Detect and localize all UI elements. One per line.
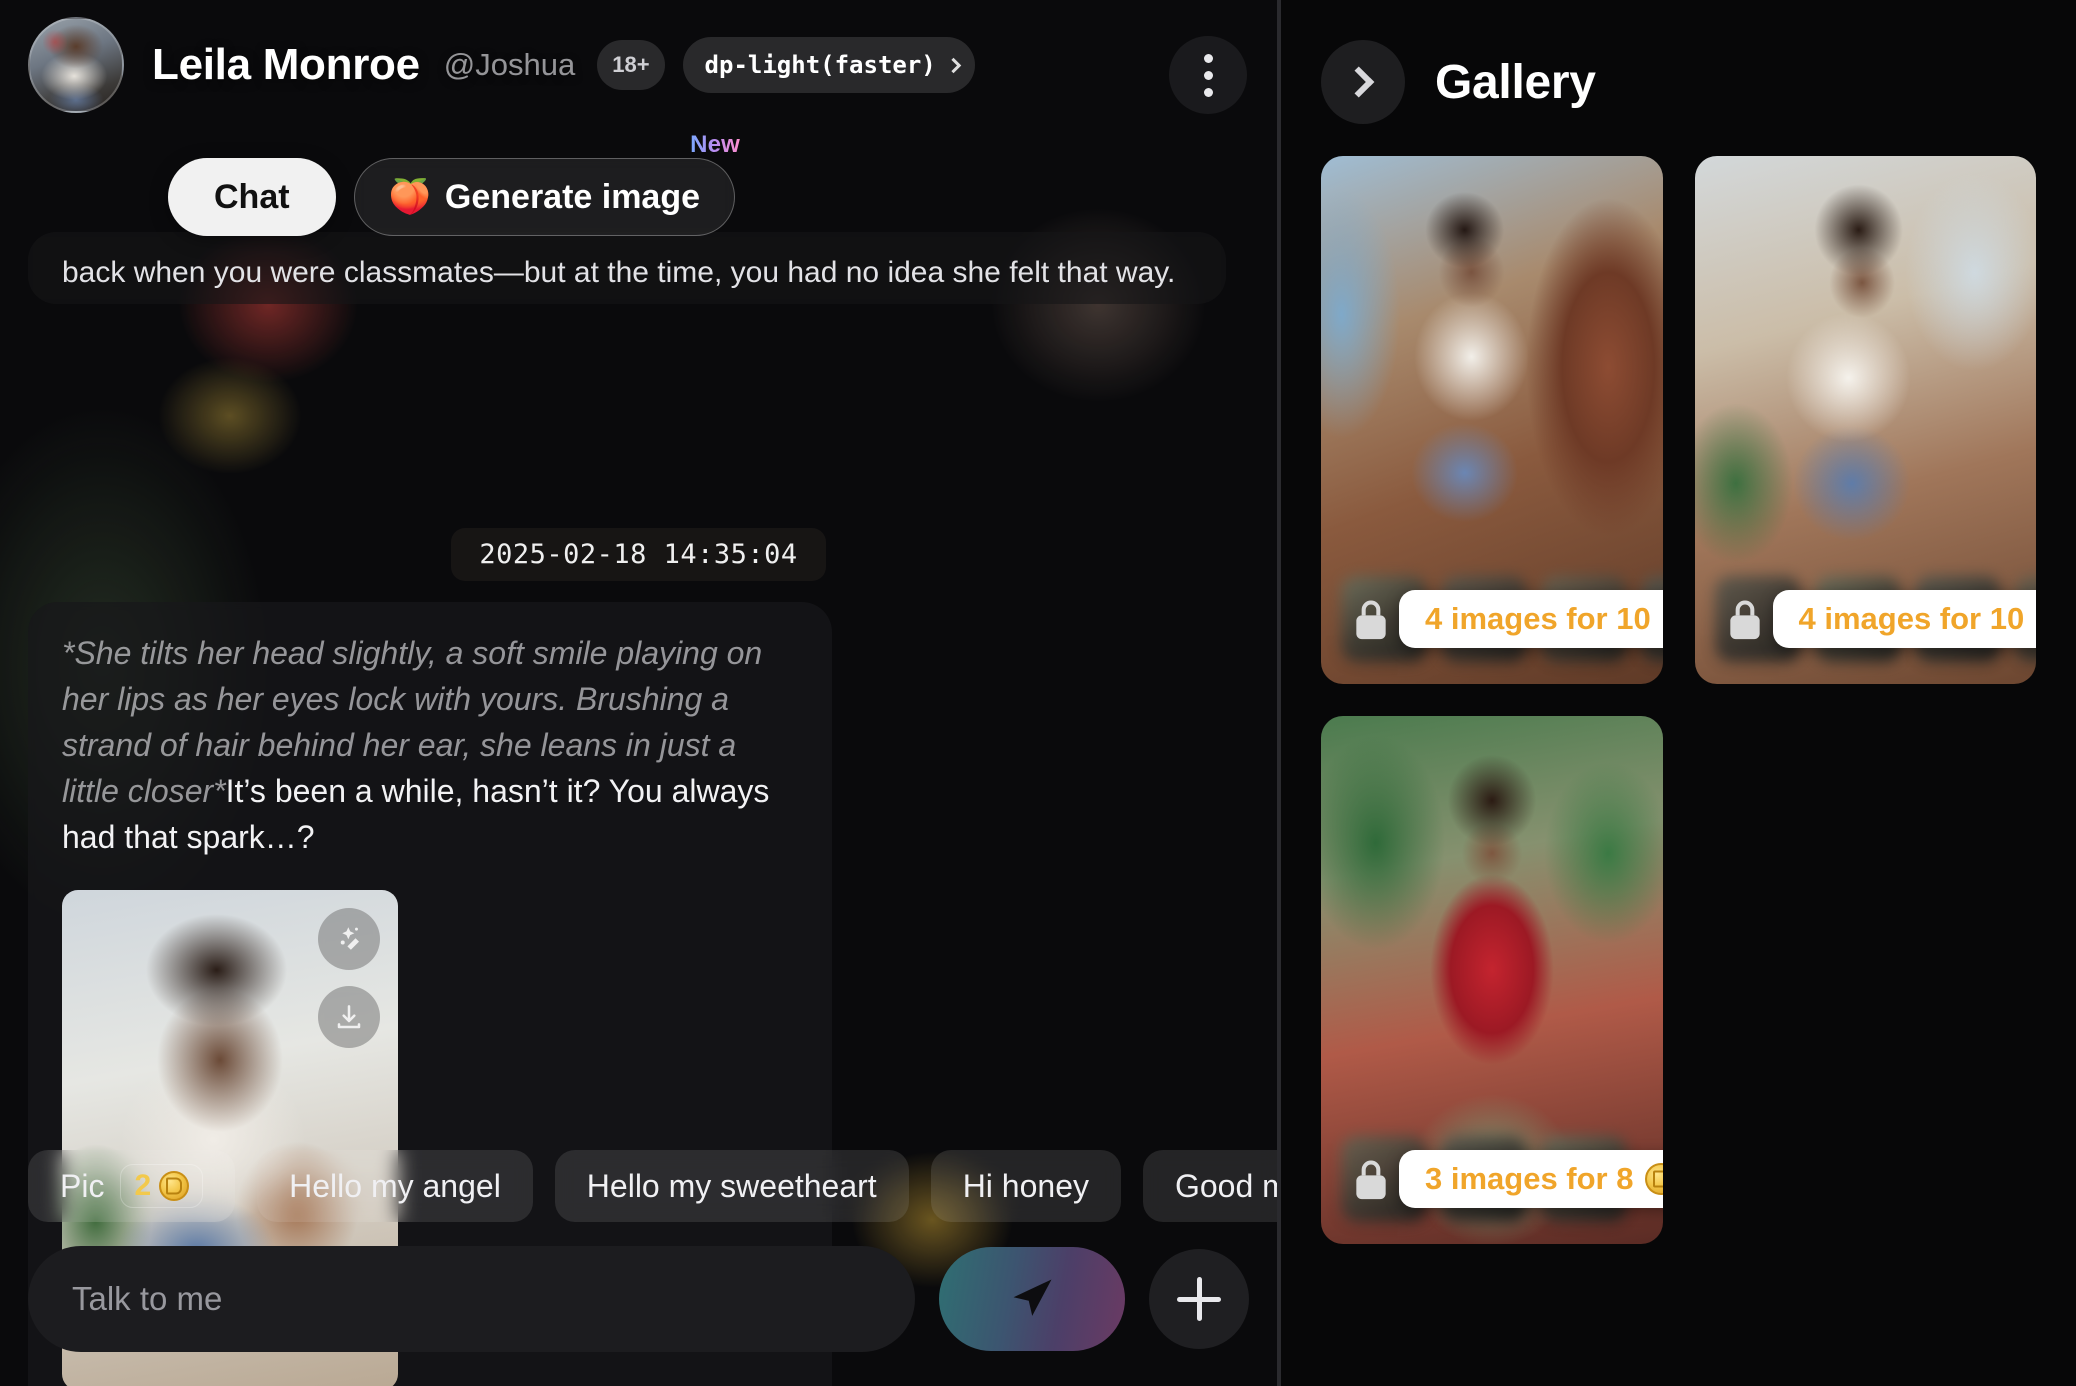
quick-reply-chip[interactable]: Good m <box>1142 1150 1277 1222</box>
page-title: Leila Monroe <box>152 40 420 89</box>
message-input[interactable] <box>28 1246 915 1352</box>
lock-icon <box>1723 594 1767 644</box>
age-rating-badge: 18+ <box>597 40 665 90</box>
new-badge: New <box>690 131 741 158</box>
model-label: dp-light(faster) <box>704 51 936 79</box>
tab-chat[interactable]: Chat <box>168 158 336 236</box>
lock-icon <box>1349 1154 1393 1204</box>
previous-message-bubble: back when you were classmates—but at the… <box>28 232 1226 304</box>
unlock-overlay[interactable]: 4 images for 10 <box>1723 590 2036 648</box>
pic-cost-value: 2 <box>134 1169 152 1202</box>
app-root: Leila Monroe @Joshua 18+ dp-light(faster… <box>0 0 2076 1386</box>
quick-reply-chip[interactable]: Hello my sweetheart <box>554 1150 909 1222</box>
name-block: Leila Monroe @Joshua 18+ dp-light(faster… <box>152 37 975 93</box>
chip-label: Hi honey <box>962 1167 1089 1204</box>
tab-chat-label: Chat <box>214 177 290 216</box>
user-handle: @Joshua <box>443 47 576 82</box>
timestamp-text: 2025-02-18 14:35:04 <box>451 528 826 581</box>
peach-icon: 🍑 <box>388 178 431 216</box>
chevron-right-icon <box>945 57 962 73</box>
send-button[interactable] <box>939 1247 1125 1351</box>
gallery-card[interactable]: 3 images for 8 <box>1321 716 1663 1244</box>
chip-label: Good m <box>1174 1167 1277 1204</box>
message-text: *She tilts her head slightly, a soft smi… <box>62 630 798 860</box>
price-label: 4 images for 10 <box>1798 601 2025 636</box>
unlock-price-badge[interactable]: 4 images for 10 <box>1772 590 2036 648</box>
chip-label: Hello my angel <box>289 1167 501 1204</box>
quick-reply-pic[interactable]: Pic 2 <box>28 1150 236 1222</box>
chevron-right-icon[interactable] <box>1321 40 1405 124</box>
send-paper-plane-icon <box>1013 1279 1052 1316</box>
gallery-card[interactable]: 4 images for 10 <box>1321 156 1663 684</box>
price-label: 4 images for 10 <box>1425 601 1651 636</box>
message-composer <box>28 1246 1249 1352</box>
previous-message-text: back when you were classmates—but at the… <box>62 256 1176 289</box>
mode-tabs: Chat 🍑 Generate image New <box>168 131 740 236</box>
message-timestamp: 2025-02-18 14:35:04 <box>0 528 1277 581</box>
gallery-pane: Gallery 4 images for 10 4 images for 10 … <box>1281 0 2076 1386</box>
model-selector-chip[interactable]: dp-light(faster) <box>682 37 975 93</box>
pic-cost-badge: 2 <box>120 1164 204 1208</box>
unlock-price-badge[interactable]: 3 images for 8 <box>1399 1150 1663 1208</box>
chat-pane: Leila Monroe @Joshua 18+ dp-light(faster… <box>0 0 1277 1386</box>
gallery-header: Gallery <box>1321 36 2036 128</box>
gallery-grid: 4 images for 10 4 images for 10 3 images… <box>1321 156 2036 1244</box>
chip-label: Hello my sweetheart <box>586 1167 877 1204</box>
coin-icon <box>159 1171 190 1201</box>
avatar[interactable] <box>28 17 124 113</box>
chip-label: Pic <box>60 1167 105 1204</box>
quick-reply-chip[interactable]: Hello my angel <box>257 1150 533 1222</box>
add-attachment-button[interactable] <box>1149 1249 1249 1349</box>
unlock-overlay[interactable]: 3 images for 8 <box>1349 1150 1663 1208</box>
chat-header: Leila Monroe @Joshua 18+ dp-light(faster… <box>0 0 1277 130</box>
image-action-buttons <box>318 908 380 1049</box>
chevron-glyph <box>1343 66 1375 98</box>
coin-icon <box>1645 1163 1663 1195</box>
magic-wand-icon[interactable] <box>318 908 380 971</box>
unlock-overlay[interactable]: 4 images for 10 <box>1349 590 1663 648</box>
lock-icon <box>1349 594 1393 644</box>
tab-generate-image-label: Generate image <box>444 177 701 216</box>
price-label: 3 images for 8 <box>1425 1161 1634 1196</box>
gallery-title: Gallery <box>1435 55 1596 109</box>
tab-generate-image[interactable]: 🍑 Generate image New <box>353 131 740 236</box>
unlock-price-badge[interactable]: 4 images for 10 <box>1399 590 1663 648</box>
download-icon[interactable] <box>318 986 380 1049</box>
quick-reply-chip[interactable]: Hi honey <box>930 1150 1121 1222</box>
gallery-card[interactable]: 4 images for 10 <box>1694 156 2036 684</box>
quick-reply-chips[interactable]: Pic 2 Hello my angel Hello my sweetheart… <box>28 1148 1277 1224</box>
